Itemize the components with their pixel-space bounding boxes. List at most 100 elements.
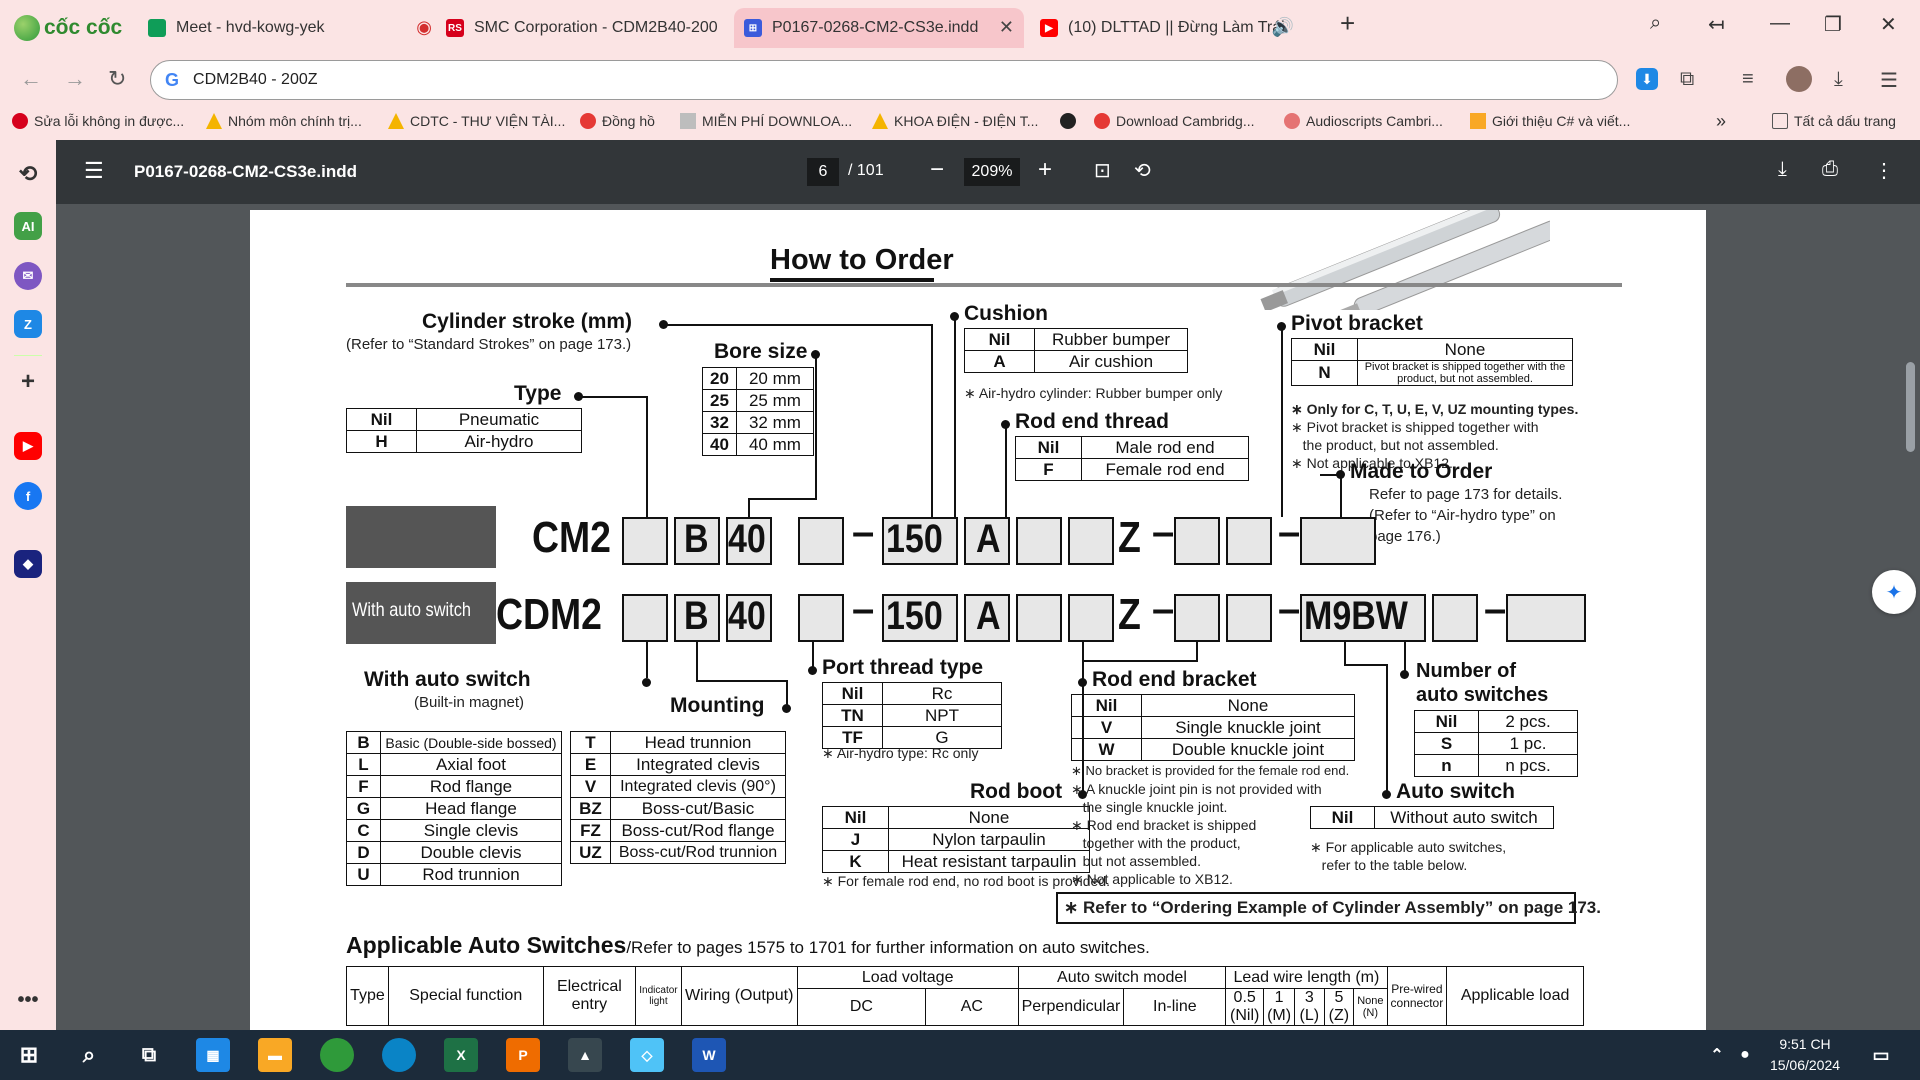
file-explorer-icon[interactable]: ▬	[258, 1038, 292, 1072]
back-icon[interactable]: ←	[20, 66, 42, 92]
media-icon[interactable]: ≡	[1742, 68, 1754, 91]
slot-thread-2[interactable]	[1016, 594, 1062, 642]
facebook-icon[interactable]: f	[14, 482, 42, 510]
bookmark-item[interactable]: KHOA ĐIỆN - ĐIỆN T...	[872, 111, 1038, 131]
reload-icon[interactable]: ↻	[108, 66, 126, 92]
page-number-input[interactable]: 6	[807, 158, 839, 186]
slot-switch[interactable]: M9BW	[1300, 594, 1426, 642]
slot-bore-1[interactable]: 40	[726, 517, 772, 565]
slot-stroke-1[interactable]: 150	[882, 517, 958, 565]
slot-cushion-1[interactable]: A	[964, 517, 1010, 565]
slot-type-1[interactable]	[622, 517, 668, 565]
slot-bracket-2[interactable]	[1174, 594, 1220, 642]
messenger-icon[interactable]: ✉	[14, 262, 42, 290]
download-icon[interactable]: ⤓	[1778, 158, 1787, 181]
slot-mount-2[interactable]: B	[674, 594, 720, 642]
zoom-in-icon[interactable]: +	[1038, 156, 1052, 184]
pdf-menu-icon[interactable]: ☰	[84, 158, 104, 184]
app-taskbar-icon[interactable]: ◇	[630, 1038, 664, 1072]
scrollbar[interactable]	[1900, 252, 1920, 1030]
slot-bore-2[interactable]: 40	[726, 594, 772, 642]
close-tab-icon[interactable]: ✕	[999, 17, 1014, 38]
slot-boot-2[interactable]	[1068, 594, 1114, 642]
as-note-1: ∗ For applicable auto switches,	[1310, 839, 1507, 855]
menu-icon[interactable]: ☰	[1880, 68, 1898, 93]
tab-youtube[interactable]: ▶(10) DLTTAD || Đừng Làm Trái Tim Anh Đa…	[1038, 8, 1316, 48]
address-bar[interactable]: G CDM2B40 - 200Z	[150, 60, 1618, 100]
slot-mto-2[interactable]	[1506, 594, 1586, 642]
search-icon[interactable]: ⌕	[72, 1038, 106, 1072]
slot-boot-1[interactable]	[1068, 517, 1114, 565]
close-window-button[interactable]: ✕	[1880, 12, 1897, 37]
photos-icon[interactable]: ▲	[568, 1038, 602, 1072]
slot-number[interactable]	[1432, 594, 1478, 642]
tab-meet[interactable]: Meet - hvd-kowg-yek ◉	[142, 8, 442, 48]
forward-icon[interactable]: →	[64, 66, 86, 92]
slot-mount-1[interactable]: B	[674, 517, 720, 565]
bookmark-item[interactable]: Audioscripts Cambri...	[1284, 111, 1443, 131]
word-icon[interactable]: W	[692, 1038, 726, 1072]
slot-type-2[interactable]	[622, 594, 668, 642]
zoom-out-icon[interactable]: −	[930, 156, 944, 184]
slot-thread-1[interactable]	[1016, 517, 1062, 565]
extensions-icon[interactable]: ⧉	[1680, 68, 1694, 91]
notification-icon[interactable]: ▭	[1864, 1038, 1898, 1072]
store-icon[interactable]: ▦	[196, 1038, 230, 1072]
restore-button[interactable]: ❐	[1824, 12, 1842, 37]
avatar[interactable]	[1786, 66, 1812, 92]
add-icon[interactable]: +	[14, 368, 42, 396]
coccoc-taskbar-icon[interactable]	[320, 1038, 354, 1072]
tab-pdf[interactable]: ⊞ P0167-0268-CM2-CS3e.indd ✕	[734, 8, 1024, 48]
print-icon[interactable]: ⎙	[1822, 158, 1838, 181]
minimize-button[interactable]: —	[1770, 12, 1790, 35]
download-ext-icon[interactable]: ⬇	[1636, 68, 1658, 90]
bookmark-item[interactable]: Sửa lỗi không in được...	[12, 111, 184, 131]
ai-icon[interactable]: AI	[14, 212, 42, 240]
more-icon[interactable]: •••	[14, 986, 42, 1014]
excel-icon[interactable]: X	[444, 1038, 478, 1072]
slot-pivot-2[interactable]	[1226, 594, 1272, 642]
coccoc-logo[interactable]: cốc cốc	[14, 13, 122, 43]
bookmark-item[interactable]	[1060, 111, 1082, 131]
slot-port-2[interactable]	[798, 594, 844, 642]
app-icon[interactable]: ◆	[14, 550, 42, 578]
tab-smc[interactable]: RS SMC Corporation - CDM2B40-200	[444, 8, 726, 48]
back-history-icon[interactable]: ↤	[1708, 12, 1725, 37]
tab-search-icon[interactable]: ⌕	[1650, 12, 1661, 35]
slot-mto-1[interactable]	[1300, 517, 1376, 565]
bookmark-item[interactable]: MIỄN PHÍ DOWNLOA...	[680, 111, 852, 131]
start-icon[interactable]: ⊞	[12, 1038, 46, 1072]
microphone-icon[interactable]: ●	[1728, 1038, 1762, 1072]
pdf-reader-icon[interactable]: P	[506, 1038, 540, 1072]
history-icon[interactable]: ⟲	[14, 160, 42, 188]
slot-cushion-2[interactable]: A	[964, 594, 1010, 642]
fit-page-icon[interactable]: ⊡	[1094, 158, 1111, 183]
zalo-icon[interactable]: Z	[14, 310, 42, 338]
edge-icon[interactable]	[382, 1038, 416, 1072]
all-bookmarks[interactable]: Tất cả dấu trang	[1772, 111, 1896, 131]
bookmark-item[interactable]: Đồng hồ	[580, 111, 655, 131]
youtube-side-icon[interactable]: ▶	[14, 432, 42, 460]
rod-thread-table: Nil Male rod end F Female rod end	[1015, 436, 1249, 481]
bookmark-item[interactable]: Giới thiệu C# và viết...	[1470, 111, 1630, 131]
audio-icon[interactable]: 🔊	[1272, 17, 1294, 38]
slot-pivot-1[interactable]	[1226, 517, 1272, 565]
z-letter: Z	[1118, 590, 1141, 639]
task-view-icon[interactable]: ⧉	[132, 1038, 166, 1072]
slot-stroke-2[interactable]: 150	[882, 594, 958, 642]
scroll-thumb[interactable]	[1906, 362, 1915, 452]
clock[interactable]: 9:51 CH 15/06/2024	[1760, 1034, 1850, 1076]
zoom-level[interactable]: 209%	[964, 158, 1020, 186]
slot-bracket-1[interactable]	[1174, 517, 1220, 565]
downloads-icon[interactable]: ⤓	[1834, 68, 1843, 91]
more-options-icon[interactable]: ⋮	[1874, 158, 1894, 183]
new-tab-button[interactable]: +	[1340, 8, 1355, 39]
recording-icon[interactable]: ◉	[416, 17, 432, 38]
slot-port-1[interactable]	[798, 517, 844, 565]
bookmark-item[interactable]: CDTC - THƯ VIỆN TÀI...	[388, 111, 565, 131]
bookmark-item[interactable]: Nhóm môn chính trị...	[206, 111, 362, 131]
rotate-icon[interactable]: ⟲	[1134, 158, 1151, 183]
assistant-bubble-icon[interactable]: ✦	[1872, 570, 1916, 614]
more-bookmarks-icon[interactable]: »	[1716, 111, 1726, 131]
bookmark-item[interactable]: Download Cambridg...	[1094, 111, 1255, 131]
